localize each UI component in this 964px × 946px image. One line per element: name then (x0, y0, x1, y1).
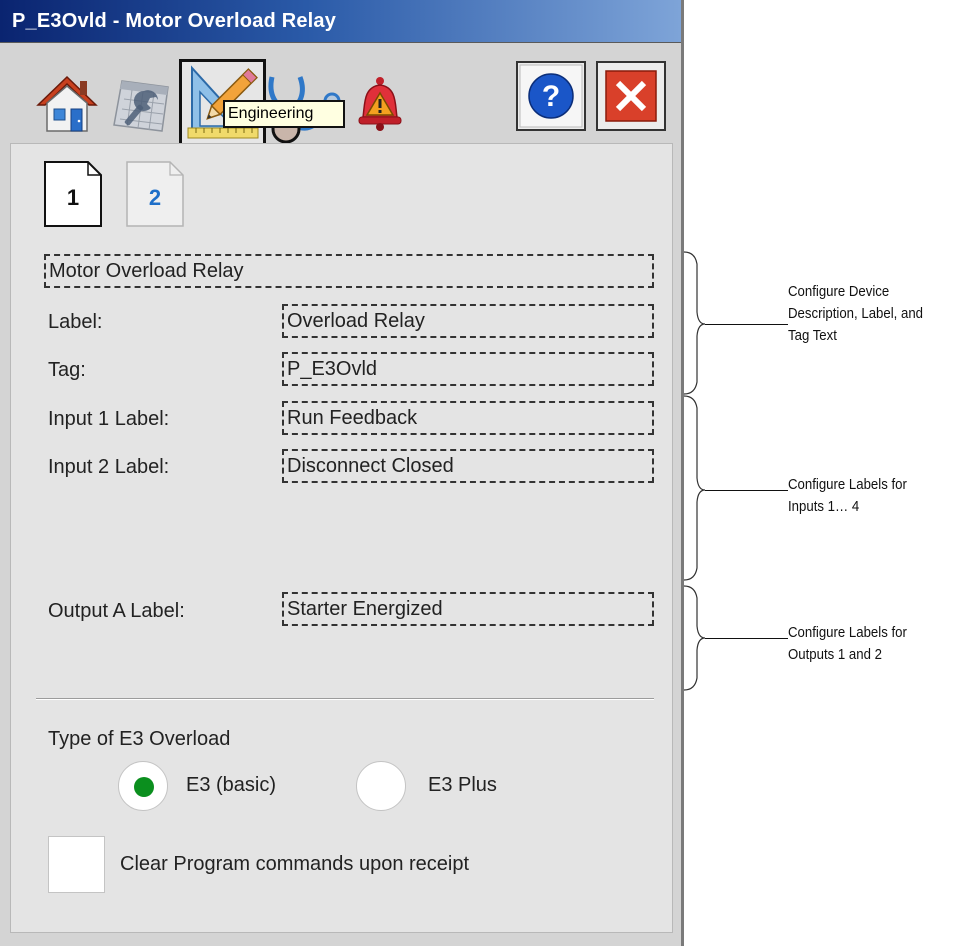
annotation-line: Inputs 1… 4 (788, 498, 860, 515)
radio-e3-basic-label: E3 (basic) (186, 774, 277, 796)
tag-caption: Tag: (48, 359, 86, 381)
description-field[interactable]: Motor Overload Relay (44, 254, 654, 288)
callout-brackets (683, 251, 706, 691)
radio-selected-dot (134, 777, 154, 797)
alarms-icon[interactable] (355, 75, 405, 133)
input1-caption: Input 1 Label: (48, 408, 170, 430)
radio-e3-basic[interactable] (118, 761, 168, 811)
close-icon[interactable] (596, 61, 666, 131)
maintenance-icon[interactable] (110, 73, 172, 135)
radio-e3-plus-label: E3 Plus (428, 774, 497, 796)
tag-field[interactable]: P_E3Ovld (282, 352, 654, 386)
engineering-tooltip: Engineering (223, 100, 345, 128)
page-1-label: 1 (66, 185, 80, 210)
outputA-caption: Output A Label: (48, 600, 185, 622)
annotation-input-labels: Configure Labels for Inputs 1… 4 (788, 474, 907, 518)
overload-type-heading: Type of E3 Overload (48, 728, 231, 750)
outputA-field[interactable]: Starter Energized (282, 592, 654, 626)
home-icon[interactable] (36, 73, 98, 135)
input2-field[interactable]: Disconnect Closed (282, 449, 654, 483)
annotation-device-description: Configure Device Description, Label, and… (788, 281, 923, 347)
callout-line-2 (705, 490, 788, 491)
annotation-line: Configure Labels for (788, 624, 907, 641)
help-icon[interactable]: ? (516, 61, 586, 131)
radio-e3-plus[interactable] (356, 761, 406, 811)
clear-commands-checkbox[interactable] (48, 836, 105, 893)
section-divider (36, 698, 654, 700)
annotation-line: Configure Labels for (788, 476, 907, 493)
page-2-tab[interactable]: 2 (126, 161, 184, 227)
annotation-line: Outputs 1 and 2 (788, 646, 882, 663)
svg-text:?: ? (542, 80, 560, 113)
annotation-line: Configure Device (788, 283, 890, 300)
toolbar: ? (0, 43, 681, 147)
label-field[interactable]: Overload Relay (282, 304, 654, 338)
annotation-line: Tag Text (788, 327, 837, 344)
label-caption: Label: (48, 311, 103, 333)
callout-line-3 (705, 638, 788, 639)
annotation-line: Description, Label, and (788, 305, 924, 322)
title-bar[interactable]: P_E3Ovld - Motor Overload Relay (0, 0, 681, 43)
clear-commands-label: Clear Program commands upon receipt (120, 853, 470, 875)
faceplate-window: P_E3Ovld - Motor Overload Relay ? 1 2 Mo… (0, 0, 681, 946)
callout-line-1 (705, 324, 788, 325)
page-1-tab[interactable]: 1 (44, 161, 102, 227)
annotation-output-labels: Configure Labels for Outputs 1 and 2 (788, 622, 907, 666)
page-2-label: 2 (148, 185, 162, 210)
window-title: P_E3Ovld - Motor Overload Relay (12, 10, 337, 32)
input2-caption: Input 2 Label: (48, 456, 170, 478)
input1-field[interactable]: Run Feedback (282, 401, 654, 435)
